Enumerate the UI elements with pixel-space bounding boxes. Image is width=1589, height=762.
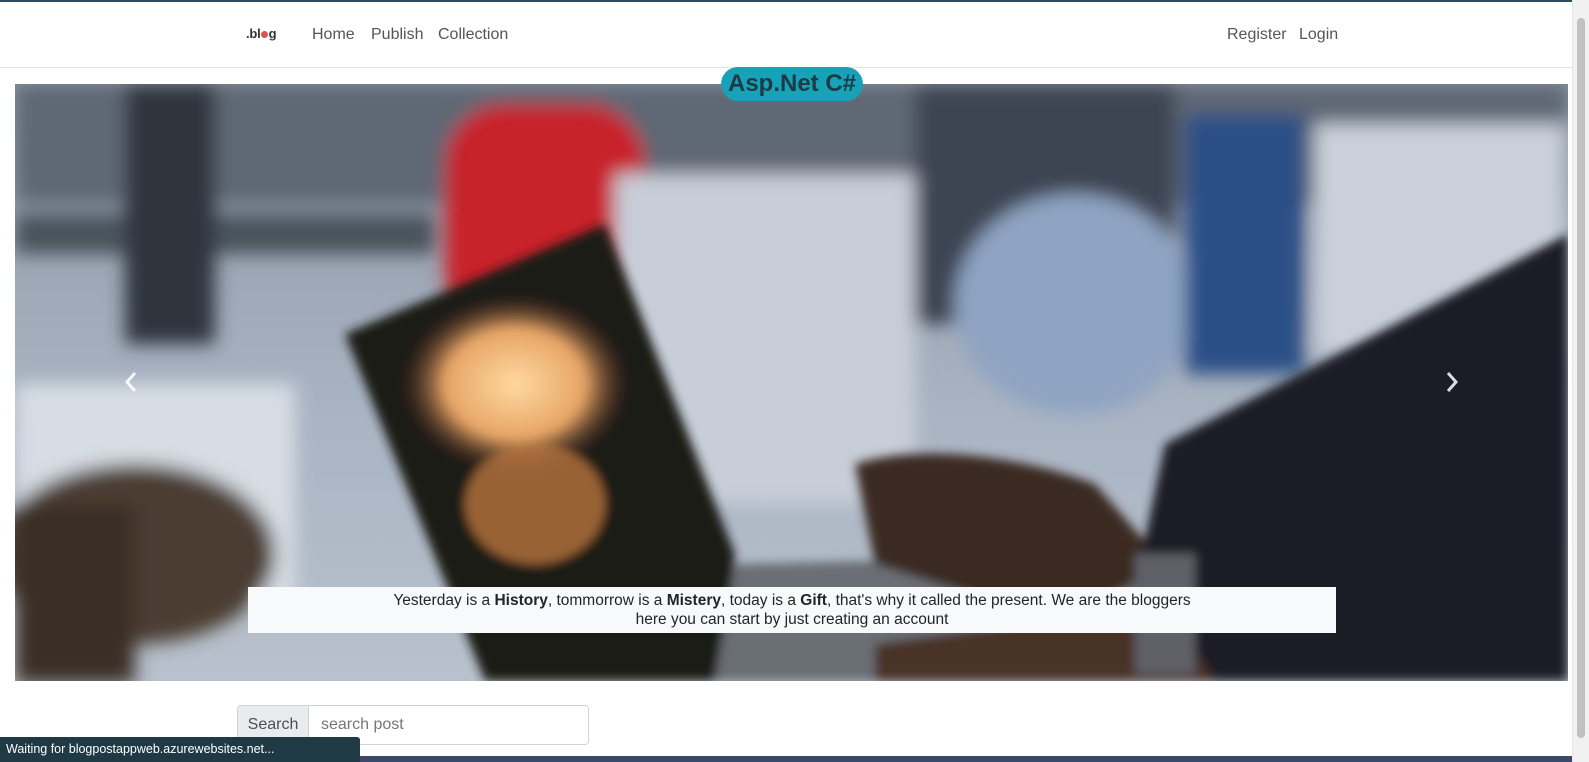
caption-line-2: here you can start by just creating an a… [635, 611, 949, 628]
carousel-prev-button[interactable] [111, 362, 151, 402]
category-badge: Asp.Net C# [721, 67, 863, 101]
caption-mistery: Mistery [666, 592, 721, 609]
nav-publish-link[interactable]: Publish [371, 26, 423, 44]
page-scrollbar[interactable] [1572, 0, 1589, 762]
hero-carousel: Yesterday is a History, tommorrow is a M… [15, 84, 1568, 681]
caption-history: History [494, 592, 548, 609]
nav-collection-link[interactable]: Collection [438, 26, 508, 44]
carousel-caption: Yesterday is a History, tommorrow is a M… [248, 587, 1336, 633]
carousel-next-button[interactable] [1432, 362, 1472, 402]
browser-status-bar: Waiting for blogpostappweb.azurewebsites… [0, 737, 360, 762]
caption-text: , that's why it called the present. We a… [826, 592, 1191, 609]
caption-text: , today is a [721, 592, 801, 609]
brand-text-suffix: g [268, 26, 277, 41]
chevron-left-icon [124, 372, 137, 392]
caption-text: Yesterday is a [393, 592, 495, 609]
taskbar-strip [360, 756, 1572, 762]
brand-logo[interactable]: .bl g [246, 26, 277, 41]
nav-login-link[interactable]: Login [1299, 26, 1338, 44]
nav-register-link[interactable]: Register [1227, 26, 1287, 44]
chevron-right-icon [1446, 372, 1459, 392]
caption-text: , tommorrow is a [547, 592, 667, 609]
brand-dot-icon [261, 31, 269, 38]
navbar: .bl g Home Publish Collection Register Lo… [0, 2, 1572, 68]
brand-text-prefix: .bl [246, 26, 261, 41]
scrollbar-thumb[interactable] [1577, 18, 1585, 738]
caption-gift: Gift [800, 592, 827, 609]
nav-home-link[interactable]: Home [312, 26, 355, 44]
